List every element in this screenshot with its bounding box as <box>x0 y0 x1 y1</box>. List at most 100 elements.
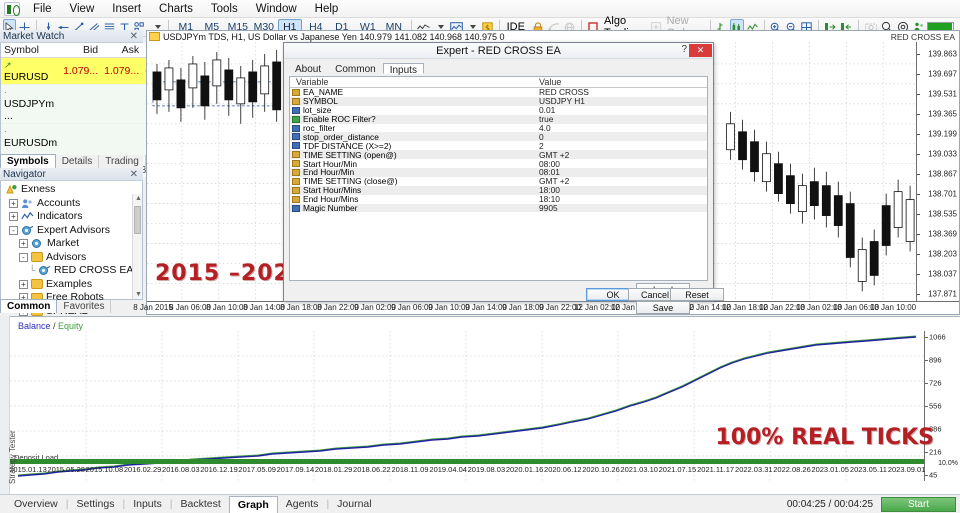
expander-icon[interactable]: - <box>9 225 18 235</box>
table-row[interactable]: Magic Number 9905 <box>290 203 707 213</box>
close-icon[interactable]: ✕ <box>689 44 712 57</box>
sidebar-item-label: Examples <box>46 277 93 290</box>
market-watch-tabs: Symbols Details Trading Ticks <box>0 154 182 168</box>
menu-item-window[interactable]: Window <box>247 1 306 17</box>
legend-separator: / <box>50 321 59 331</box>
price-tick-label: 138.535 <box>928 209 957 219</box>
time-tick-label: 8 Jan 18:00 <box>280 303 322 312</box>
tab-inputs[interactable]: Inputs <box>125 496 170 512</box>
bid-cell: 1.079... <box>60 57 102 85</box>
tab-settings[interactable]: Settings <box>69 496 123 512</box>
indicators-icon <box>21 212 34 220</box>
scroll-down-icon[interactable]: ▼ <box>135 291 142 298</box>
sidebar-item-red-cross-ea[interactable]: └ RED CROSS EA <box>3 264 142 278</box>
expander-icon[interactable]: - <box>19 252 28 262</box>
tab-backtest[interactable]: Backtest <box>173 496 229 512</box>
price-tick-label: 138.037 <box>928 269 957 279</box>
tab-details[interactable]: Details <box>56 155 100 168</box>
sidebar-item-indicators[interactable]: + Indicators <box>3 210 142 224</box>
scrollbar-thumb[interactable] <box>134 206 141 234</box>
equity-date-label: 2019.04.04 <box>429 465 467 474</box>
column-variable[interactable]: Variable <box>290 77 535 87</box>
price-tick-mark <box>917 214 920 215</box>
tab-about[interactable]: About <box>288 62 328 75</box>
tab-agents[interactable]: Agents <box>278 496 327 512</box>
market-watch-close-icon[interactable]: ✕ <box>128 31 140 42</box>
chart-title: USDJPYm TDS, H1, US Dollar vs Japanese Y… <box>163 31 505 42</box>
tab-overview[interactable]: Overview <box>6 496 66 512</box>
price-tick-mark <box>917 134 920 135</box>
menu-item-help[interactable]: Help <box>306 1 348 17</box>
menu-item-file[interactable]: File <box>24 1 61 17</box>
equity-date-label: 2022.03.31 <box>735 465 773 474</box>
equity-tick-mark <box>925 406 928 407</box>
navigator-scrollbar[interactable]: ▲ ▼ <box>132 194 142 299</box>
expert-icon <box>39 266 51 276</box>
navigator-tabs: Common Favorites <box>0 299 143 313</box>
expander-icon[interactable]: + <box>9 198 18 208</box>
input-value-cell[interactable]: 9905 <box>535 203 558 213</box>
tab-inputs[interactable]: Inputs <box>382 63 424 76</box>
tab-symbols[interactable]: Symbols <box>0 154 56 168</box>
equity-date-label: 2017.05.09 <box>238 465 276 474</box>
sidebar-item-market[interactable]: + Market <box>3 237 142 251</box>
chart-header: USDJPYm TDS, H1, US Dollar vs Japanese Y… <box>147 31 959 42</box>
expert-properties-dialog[interactable]: Expert - RED CROSS EA ? ✕ About Common I… <box>283 42 714 314</box>
sidebar-item-label: Indicators <box>37 210 83 222</box>
help-icon[interactable]: ? <box>681 44 687 55</box>
price-tick-label: 137.871 <box>928 289 957 299</box>
trend-up-icon: ↗ <box>4 60 12 70</box>
menu-item-insert[interactable]: Insert <box>103 1 150 17</box>
menu-item-tools[interactable]: Tools <box>202 1 247 17</box>
expander-icon[interactable]: + <box>9 212 18 222</box>
strategy-tester-label: Strategy Tester <box>8 430 17 484</box>
sidebar-item-advisors[interactable]: - Advisors <box>3 251 142 265</box>
menu-item-charts[interactable]: Charts <box>150 1 202 17</box>
equity-date-label: 2018.01.29 <box>314 465 353 474</box>
flat-icon: · <box>4 126 7 136</box>
equity-date-label: 2020.01.16 <box>505 465 544 474</box>
tab-favorites[interactable]: Favorites <box>57 300 112 313</box>
dialog-titlebar[interactable]: Expert - RED CROSS EA ? ✕ <box>284 43 713 59</box>
sidebar-item-exness[interactable]: Exness <box>3 183 142 197</box>
sidebar-item-label: Market <box>47 237 80 249</box>
price-tick-label: 139.365 <box>928 109 957 119</box>
save-button[interactable]: Save <box>636 301 690 314</box>
equity-date-label: 2016.12.19 <box>200 465 238 474</box>
number-type-icon <box>292 133 300 141</box>
navigator-close-icon[interactable]: ✕ <box>128 169 140 180</box>
reset-button[interactable]: Reset <box>670 288 724 301</box>
sidebar-item-expert-advisors[interactable]: - Expert Advisors <box>3 224 142 238</box>
tab-trading[interactable]: Trading <box>99 155 146 168</box>
expander-icon[interactable]: + <box>19 279 28 289</box>
equity-date-label: 2015.10.08 <box>85 465 124 474</box>
start-button[interactable]: Start <box>881 496 956 512</box>
sidebar-item-label: Exness <box>21 183 56 195</box>
price-tick-mark <box>917 94 920 95</box>
menu-item-view[interactable]: View <box>61 1 104 17</box>
column-bid[interactable]: Bid <box>60 43 102 58</box>
equity-date-label: 2018.11.09 <box>391 465 429 474</box>
chart-ea-tag: RED CROSS EA <box>890 32 955 42</box>
tab-graph[interactable]: Graph <box>228 495 278 513</box>
tab-journal[interactable]: Journal <box>329 496 379 512</box>
sidebar-item-label: RED CROSS EA <box>54 264 134 276</box>
scroll-up-icon[interactable]: ▲ <box>135 195 142 202</box>
equity-date-label: 2023.09.01 <box>887 465 926 474</box>
column-symbol[interactable]: Symbol <box>1 43 61 58</box>
number-type-icon <box>292 142 300 150</box>
tab-common[interactable]: Common <box>328 62 383 75</box>
string-type-icon <box>292 195 300 203</box>
equity-legend: Balance / Equity <box>18 321 83 331</box>
equity-date-label: 2018.06.22 <box>353 465 391 474</box>
column-value[interactable]: Value <box>535 77 561 87</box>
sidebar-item-examples[interactable]: + Examples <box>3 278 142 292</box>
inputs-grid[interactable]: Variable Value EA_NAME RED CROSS SYMBOL USD… <box>289 76 708 281</box>
column-ask[interactable]: Ask <box>101 43 143 58</box>
expander-icon[interactable]: + <box>19 239 28 249</box>
equity-x-axis: 2015.01.13 2015.05.28 2015.10.08 2016.02.29… <box>0 465 960 475</box>
tab-common[interactable]: Common <box>0 299 58 313</box>
price-tick-mark <box>917 294 920 295</box>
equity-date-label: 2016.08.03 <box>162 465 200 474</box>
sidebar-item-accounts[interactable]: + Accounts <box>3 197 142 211</box>
